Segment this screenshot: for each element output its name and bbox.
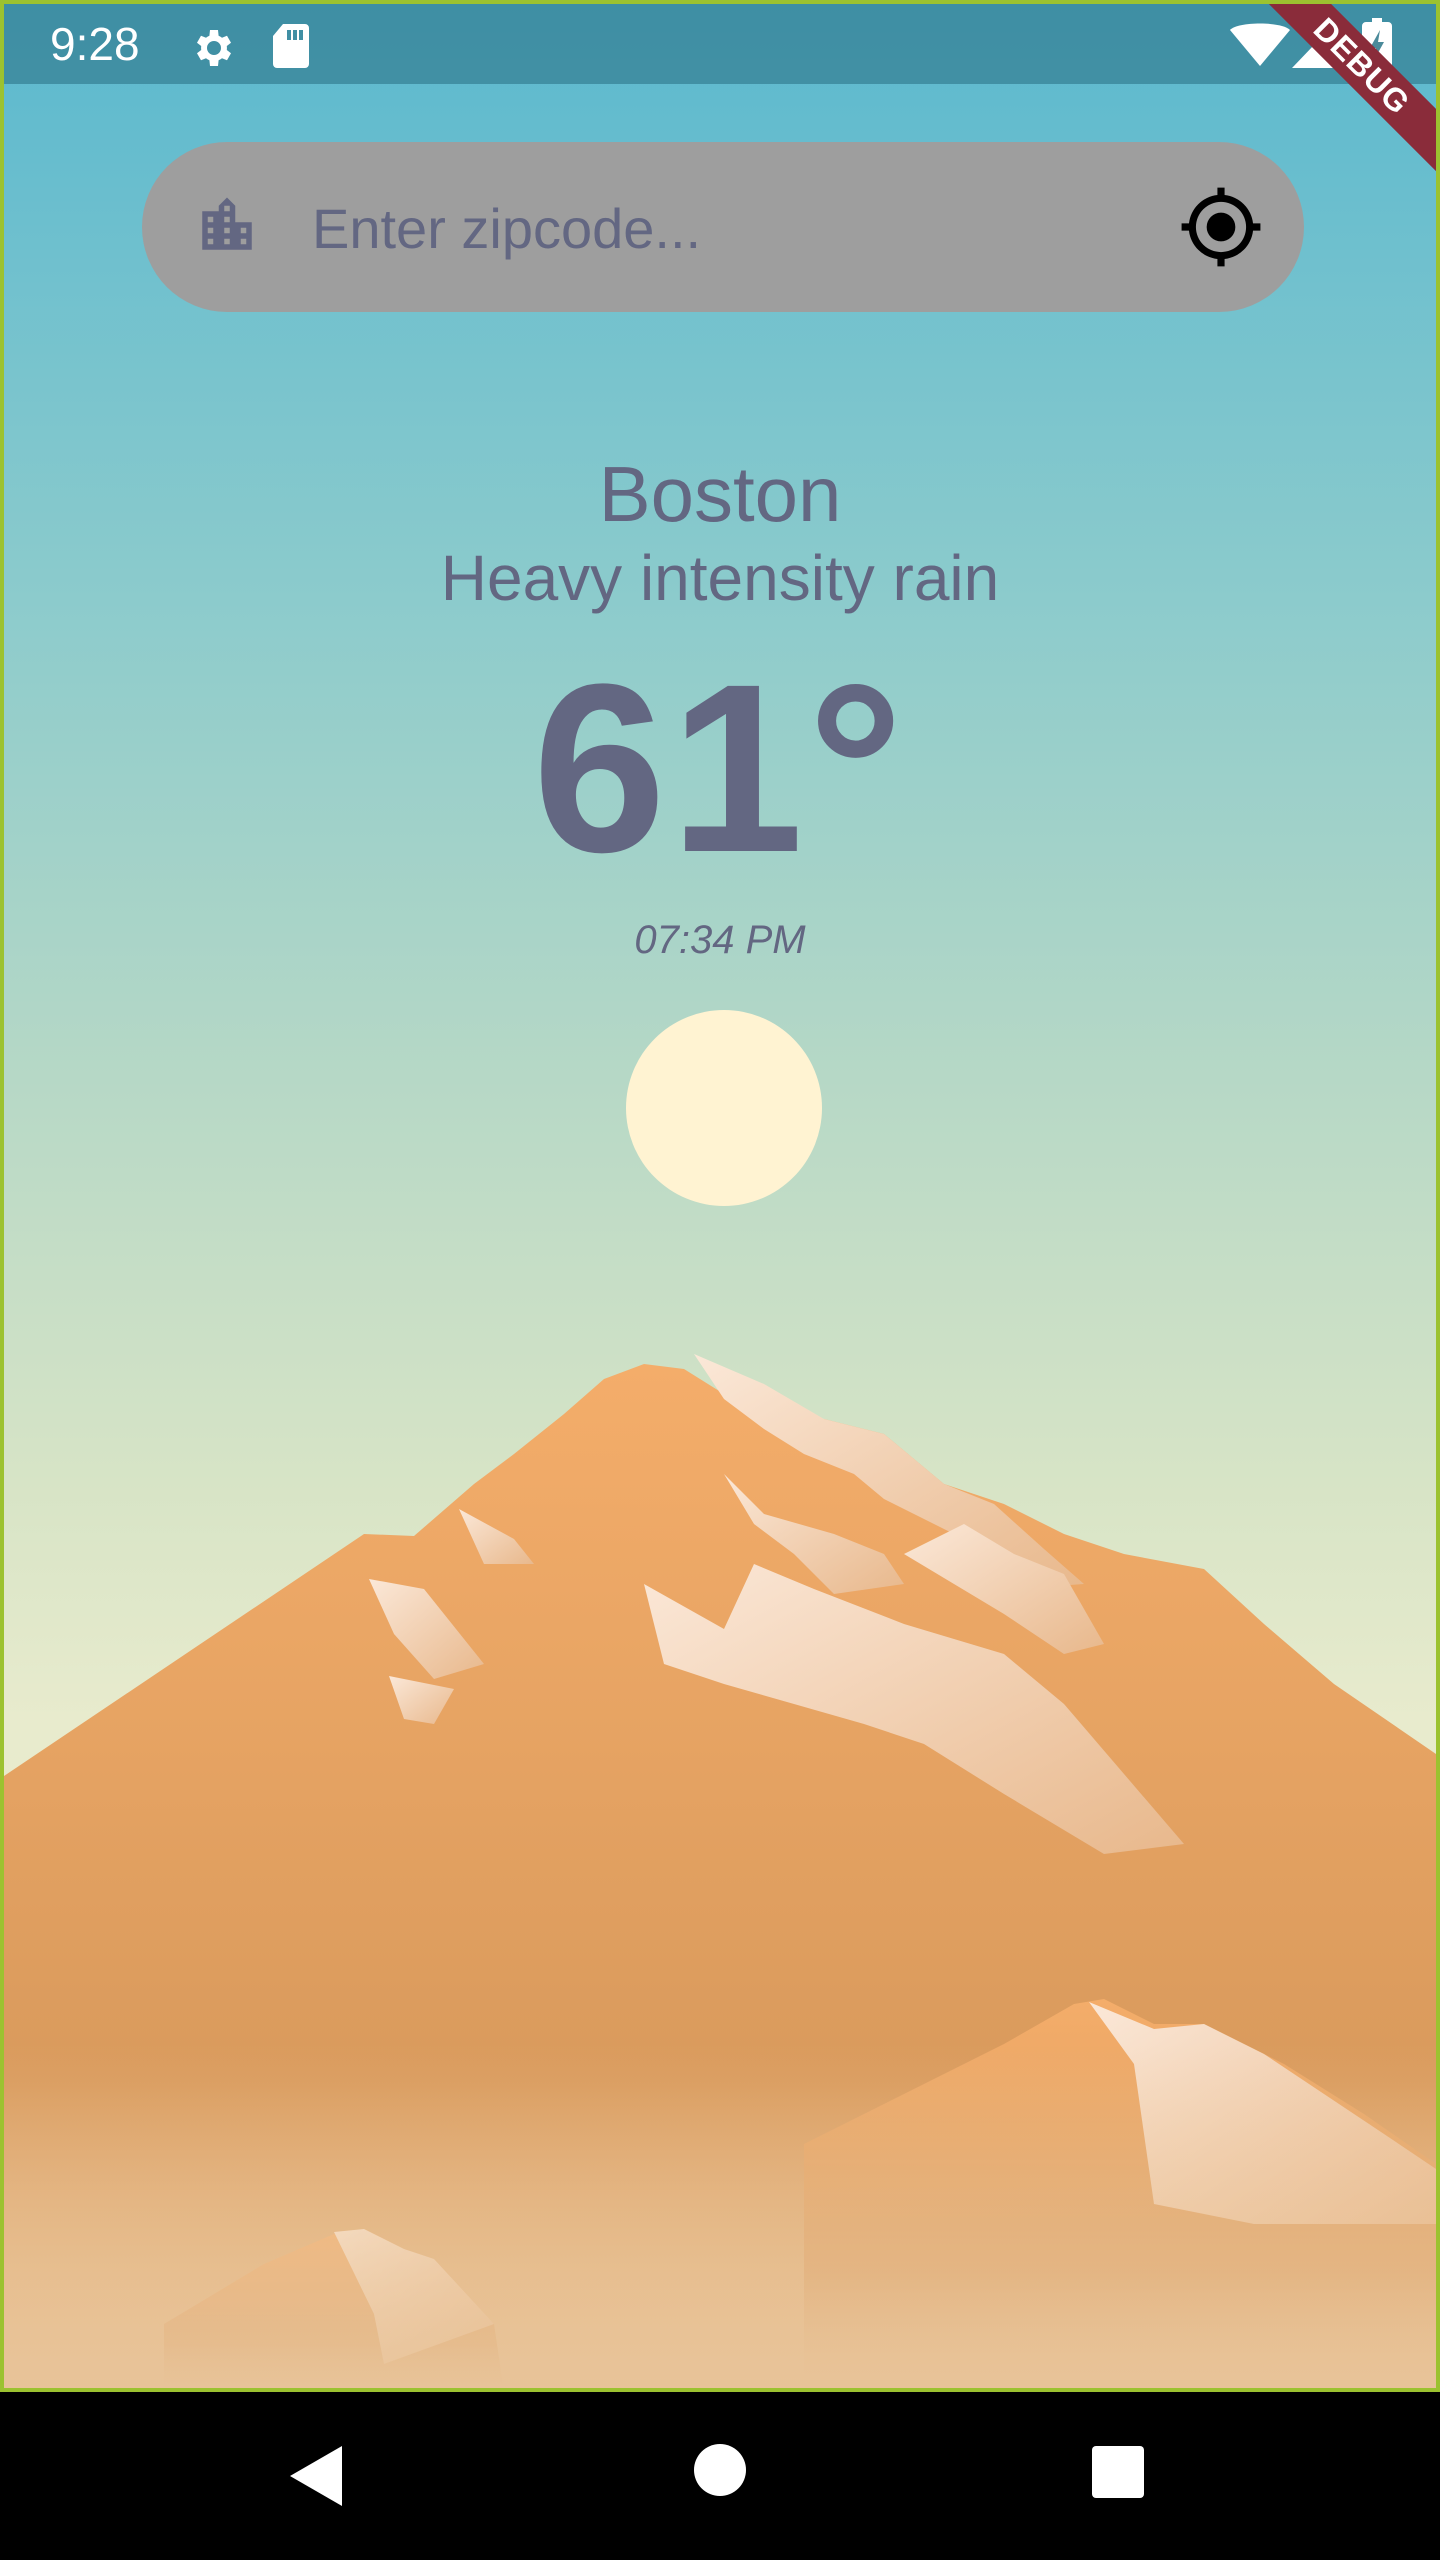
city-name: Boston [598,450,842,538]
sd-card-icon [270,22,312,75]
city-icon [194,192,260,263]
weather-description: Heavy intensity rain [440,542,1000,614]
system-nav-bar [0,2392,1440,2560]
my-location-icon[interactable] [1178,184,1264,275]
status-bar: 9:28 [4,4,1436,84]
sun-icon [626,1010,822,1206]
status-time: 9:28 [50,18,140,70]
temperature: 61° [532,634,908,902]
zipcode-search-bar[interactable] [142,142,1304,312]
back-icon[interactable] [286,2442,346,2515]
mountains-illustration [4,1354,1436,2388]
gear-icon [188,24,236,77]
weather-summary: Boston Heavy intensity rain 61° 07:34 PM [4,444,1436,970]
app-screen: 9:28 DEBUG Boston Heavy intensity rain 6… [0,0,1440,2392]
recents-icon[interactable] [1092,2446,1144,2503]
zipcode-input[interactable] [310,182,1114,274]
wifi-icon [1230,22,1290,73]
local-time: 07:34 PM [634,918,806,962]
home-icon[interactable] [694,2444,746,2501]
